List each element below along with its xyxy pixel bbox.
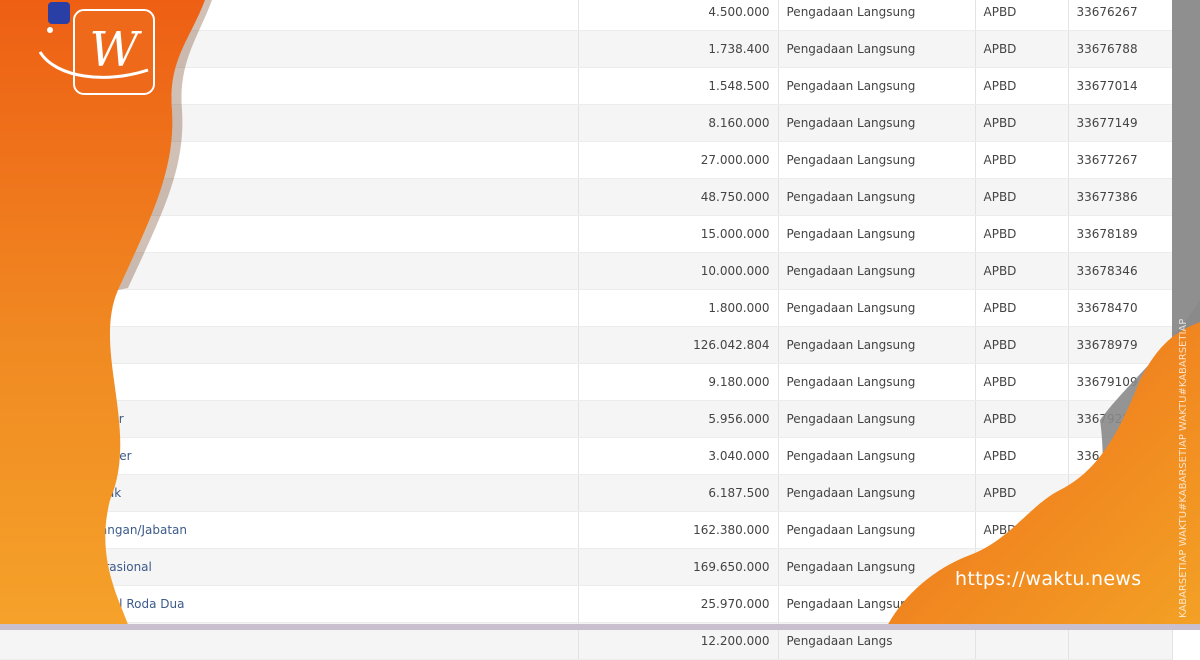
brand-overlay	[0, 0, 1200, 630]
watermark-text: KABARSETIAP WAKTU#KABARSETIAP WAKTU#KABA…	[1178, 318, 1189, 618]
site-url[interactable]: https://waktu.news	[955, 568, 1141, 590]
logo-letter: W	[89, 22, 142, 78]
logo-square-small	[48, 2, 70, 24]
brand-logo[interactable]: W	[36, 0, 166, 96]
bottom-strip	[0, 624, 1200, 630]
